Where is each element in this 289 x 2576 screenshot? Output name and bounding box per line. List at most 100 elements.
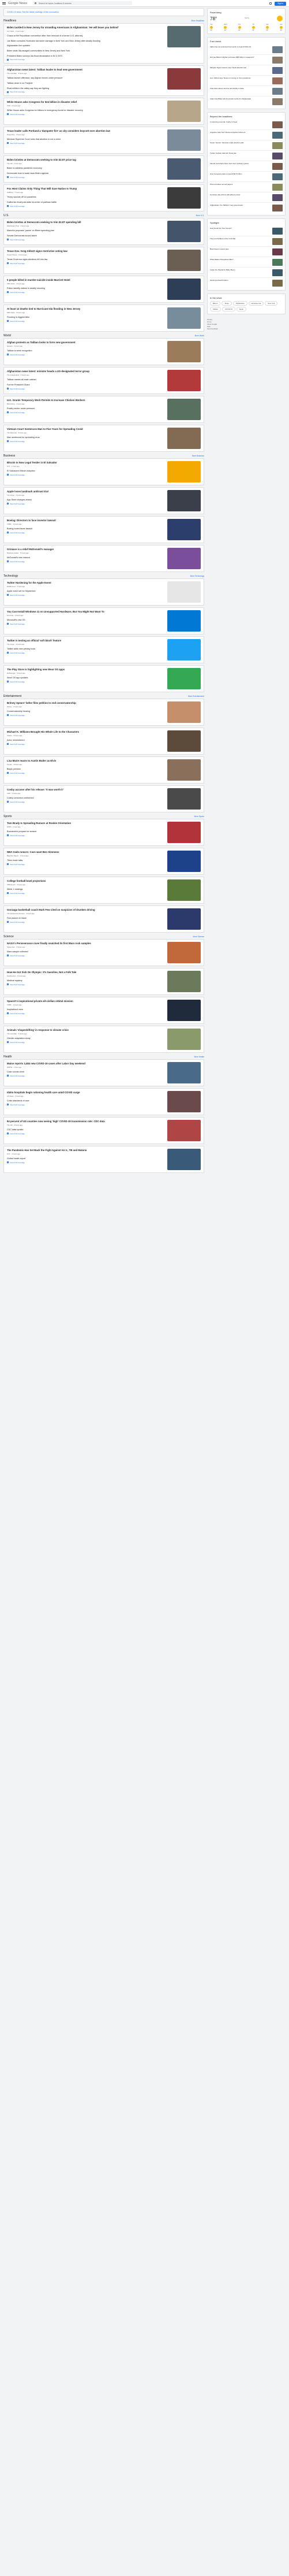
beyond-headlines-item-text[interactable]: Afghanistan: the Taliban's new governmen… <box>210 204 271 211</box>
story-thumbnail[interactable] <box>167 490 201 512</box>
full-coverage-link[interactable]: View Full Coverage <box>7 474 164 476</box>
related-headline[interactable]: Police identify victims in deadly shooti… <box>7 286 164 290</box>
related-headline[interactable]: President Biden surveys Ida flood devast… <box>7 54 164 58</box>
section-more-link[interactable]: More Health <box>194 1056 204 1058</box>
full-coverage-link[interactable]: View Full Coverage <box>7 955 164 957</box>
story-headline[interactable]: Twitter Hardening for the Apple Event <box>7 581 164 584</box>
story-thumbnail[interactable] <box>167 851 201 873</box>
full-coverage-link[interactable]: View Full Coverage <box>7 239 164 241</box>
app-logo[interactable]: Google News <box>8 2 27 5</box>
related-headline[interactable]: Actor remembered <box>7 738 164 742</box>
story-thumbnail[interactable] <box>167 250 201 272</box>
related-headline[interactable]: Crisis standards of care <box>7 1098 164 1103</box>
related-headline[interactable]: Mexican Supreme Court rules that abortio… <box>7 137 164 141</box>
fact-check-item[interactable]: Gov. Abbott says Texas is 'moving on' fr… <box>210 76 283 86</box>
related-headline[interactable]: Week 1 rankings <box>7 887 164 891</box>
story-thumbnail[interactable] <box>167 187 201 209</box>
full-coverage-link[interactable]: View Full Coverage <box>7 681 164 683</box>
related-headline[interactable]: CDC data update <box>7 1127 164 1131</box>
related-headline[interactable]: Boeing board faces lawsuit <box>7 526 164 530</box>
fact-check-item-text[interactable]: Viral claim about vaccine and fertility … <box>210 87 271 95</box>
story-thumbnail[interactable] <box>167 610 201 632</box>
spotlight-item[interactable]: Inside the Pandemic Baby Boom <box>210 268 283 278</box>
section-title[interactable]: Technology <box>3 574 18 578</box>
story-thumbnail[interactable] <box>167 1149 201 1171</box>
beyond-headlines-item[interactable]: Texas: 'Heroin', Mexican-made abortion p… <box>210 140 283 151</box>
full-coverage-link[interactable]: View Full Coverage <box>7 652 164 654</box>
fact-check-item[interactable]: Did Joe Biden's Afghan exit leave $85 bi… <box>210 55 283 65</box>
fact-check-item[interactable]: Marjorie Taylor Greene says Texas aborti… <box>210 65 283 76</box>
spotlight-item-text[interactable]: How Good Are Your Genes? <box>210 227 271 235</box>
beyond-headlines-item[interactable]: Hurricane Ida victims still without powe… <box>210 192 283 203</box>
full-coverage-link[interactable]: View Full Coverage <box>7 532 164 534</box>
story-headline[interactable]: Maine reports 3,484 new COVID-19 cases a… <box>7 1062 164 1065</box>
related-headline[interactable]: Global health report <box>7 1156 164 1160</box>
related-headline[interactable]: Buccaneers prepare for season <box>7 829 164 833</box>
topic-chip[interactable]: Hurricane Ida <box>248 301 264 306</box>
section-more-link[interactable]: More Business <box>192 455 204 457</box>
story-thumbnail[interactable] <box>167 101 201 123</box>
section-title[interactable]: World <box>3 334 11 337</box>
full-coverage-link[interactable]: View Full Coverage <box>7 1161 164 1164</box>
topic-chip[interactable]: New York <box>265 301 278 306</box>
story-thumbnail[interactable] <box>167 581 201 603</box>
story-headline[interactable]: Texas Gov. Greg Abbott signs restrictive… <box>7 250 164 253</box>
story-thumbnail[interactable] <box>167 668 201 690</box>
spotlight-item[interactable]: Gaming's Real Problem <box>210 278 283 288</box>
story-thumbnail[interactable] <box>167 26 201 47</box>
story-headline[interactable]: College football bowl projections <box>7 879 164 882</box>
related-headline[interactable]: Texas Governor signs elections bill into… <box>7 257 164 261</box>
full-coverage-link[interactable]: View Full Coverage <box>7 1133 164 1135</box>
beyond-headlines-item-text[interactable]: Floods overwhelm New York City's subway … <box>210 162 271 170</box>
story-headline[interactable]: Biden bristles at Democrats seeking to t… <box>7 221 164 224</box>
topic-chip[interactable]: Apple <box>236 307 246 311</box>
story-thumbnail[interactable] <box>167 68 201 90</box>
section-title[interactable]: Business <box>3 454 15 458</box>
beyond-headlines-item-text[interactable]: Tucker Carlson defends Texas law <box>210 152 271 159</box>
story-thumbnail[interactable] <box>167 639 201 661</box>
related-headline[interactable]: Taliban launch offensive, say Afghan for… <box>7 76 164 80</box>
topic-chip[interactable]: Texas <box>222 301 232 306</box>
related-headline[interactable]: Medical mystery <box>7 978 164 982</box>
beyond-headlines-item[interactable]: In stunning reversal, Cosby is freed <box>210 120 283 130</box>
spotlight-item-text[interactable]: Inside the Pandemic Baby Boom <box>210 269 271 276</box>
related-headline[interactable]: White House asks Congress for billions i… <box>7 108 164 112</box>
spotlight-item-text[interactable]: The Lost Soldiers of the Civil War <box>210 237 271 245</box>
story-thumbnail[interactable] <box>167 730 201 752</box>
story-headline[interactable]: Tom Brady Is Spreading Rumors at Rookie … <box>7 822 164 825</box>
story-headline[interactable]: Afghanistan news latest: minister heads … <box>7 370 164 373</box>
section-more-link[interactable]: More Sports <box>194 815 204 818</box>
spotlight-item[interactable]: What Makes Mosquitoes Bite? <box>210 257 283 268</box>
story-thumbnail[interactable] <box>167 341 201 363</box>
related-headline[interactable]: Biopic preview <box>7 767 164 771</box>
story-headline[interactable]: Twitter is testing an official 'soft blo… <box>7 639 164 642</box>
apps-icon[interactable] <box>269 2 272 5</box>
story-thumbnail[interactable] <box>167 788 201 810</box>
story-headline[interactable]: 94 percent of US counties now seeing 'hi… <box>7 1120 164 1123</box>
section-title[interactable]: U.S. <box>3 214 9 217</box>
story-headline[interactable]: NBA trade rumors: Cavs want Ben Simmons <box>7 851 164 853</box>
story-thumbnail[interactable] <box>167 129 201 151</box>
beyond-headlines-item-text[interactable]: How Congress plans to spend $3.5 trillio… <box>210 173 271 180</box>
story-headline[interactable]: Biden tackled in New Jersey for strandin… <box>7 26 164 29</box>
story-thumbnail[interactable] <box>167 519 201 541</box>
related-headline[interactable]: Conservatorship hearing <box>7 709 164 713</box>
story-headline[interactable]: Cosby accuser after his release: 'It was… <box>7 788 164 791</box>
story-thumbnail[interactable] <box>167 942 201 964</box>
story-headline[interactable]: White House asks Congress for $24 billio… <box>7 101 164 103</box>
full-coverage-link[interactable]: View Full Coverage <box>7 623 164 625</box>
related-headline[interactable]: California recall puts state at center o… <box>7 200 164 204</box>
related-headline[interactable]: Climate adaptation study <box>7 1036 164 1040</box>
story-headline[interactable]: At least 12 deaths tied to Hurricane Ida… <box>7 307 164 310</box>
story-thumbnail[interactable] <box>167 221 201 243</box>
story-thumbnail[interactable] <box>167 908 201 930</box>
section-title[interactable]: Sports <box>3 815 12 818</box>
story-thumbnail[interactable] <box>167 428 201 450</box>
story-thumbnail[interactable] <box>167 158 201 180</box>
beyond-headlines-item-text[interactable]: Prince Andrew served papers <box>210 183 271 191</box>
story-thumbnail[interactable] <box>167 399 201 421</box>
fact-check-item-text[interactable]: Marjorie Taylor Greene says Texas aborti… <box>210 66 271 74</box>
topic-chip[interactable]: Bitcoin <box>210 301 221 306</box>
full-coverage-link[interactable]: View Full Coverage <box>7 354 164 356</box>
related-headline[interactable]: Biden to address pandemic economy <box>7 166 164 170</box>
